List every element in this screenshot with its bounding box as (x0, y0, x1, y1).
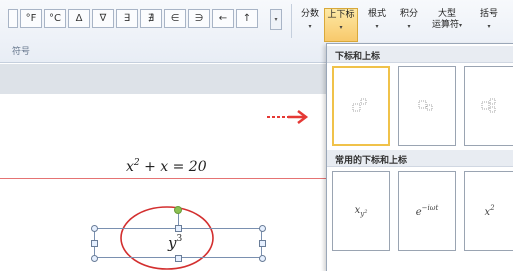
resize-handle-left[interactable] (91, 240, 98, 247)
common-script-1: xy2 (355, 205, 368, 218)
square-with-subscript-icon (418, 100, 433, 111)
subscript-template-tile[interactable] (398, 66, 456, 146)
common-script-2: e−iωt (416, 204, 439, 218)
chevron-down-icon: ▾ (375, 23, 379, 30)
red-arrow-icon (267, 110, 309, 124)
symbol-contains[interactable]: ∋ (188, 9, 210, 28)
equation-base: x (126, 159, 134, 175)
resize-handle-bottom-right[interactable] (259, 255, 266, 262)
chevron-down-icon: ▾ (407, 23, 411, 30)
textbox-equation: y3 (168, 234, 182, 252)
symbol-exists[interactable]: ∃ (116, 9, 138, 28)
symbol-element-of[interactable]: ∈ (164, 9, 186, 28)
symbol-delta[interactable]: Δ (68, 9, 90, 28)
large-operator-button[interactable]: 大型 运算符▾ (426, 9, 468, 39)
large-operator-label-2: 运算符▾ (432, 20, 462, 31)
group-label-symbols: 符号 (12, 47, 31, 57)
bracket-button[interactable]: 括号 ▾ (474, 9, 504, 39)
chevron-down-icon: ▾ (308, 23, 312, 30)
radical-button[interactable]: 根式 ▾ (362, 9, 392, 39)
resize-handle-top-left[interactable] (91, 225, 98, 232)
symbol-fahrenheit[interactable]: °F (20, 9, 42, 28)
script-dropdown: 下标和上标 常用的下标和上标 xy2 e−iωt x2 (326, 43, 513, 271)
resize-handle-bottom[interactable] (175, 255, 182, 262)
common-script-3: x2 (484, 204, 494, 218)
square-with-sub-and-superscript-icon (481, 98, 495, 113)
radical-label: 根式 (367, 9, 386, 19)
group-divider (291, 4, 292, 38)
chevron-down-icon: ▾ (487, 23, 491, 30)
chevron-down-icon: ▾ (339, 24, 343, 31)
bracket-label: 括号 (479, 9, 498, 19)
common-script-tile-1[interactable]: xy2 (332, 171, 390, 251)
script-label: 上下标 (327, 10, 355, 20)
chevron-down-icon: ▾ (459, 22, 463, 29)
resize-handle-right[interactable] (259, 240, 266, 247)
rotate-handle[interactable] (174, 206, 182, 214)
section-header-common: 常用的下标和上标 (327, 150, 513, 167)
symbol-up-arrow[interactable]: ↑ (236, 9, 258, 28)
common-script-tile-2[interactable]: e−iωt (398, 171, 456, 251)
fraction-button[interactable]: 分数 ▾ (297, 9, 323, 39)
integral-button[interactable]: 积分 ▾ (396, 9, 422, 39)
glyph-sup: −iωt (421, 204, 439, 212)
large-operator-label-2-text: 运算符 (431, 20, 459, 30)
symbol-celsius[interactable]: °C (44, 9, 66, 28)
symbol-not-exists[interactable]: ∄ (140, 9, 162, 28)
large-operator-label-1: 大型 (437, 9, 456, 19)
common-script-tile-3[interactable]: x2 (464, 171, 513, 251)
square-with-superscript-icon (352, 98, 367, 112)
superscript-template-tile[interactable] (332, 66, 390, 146)
glyph-sup: 2 (490, 204, 495, 212)
section-header-scripts: 下标和上标 (327, 46, 513, 63)
resize-handle-bottom-left[interactable] (91, 255, 98, 262)
equation[interactable]: x2 + x = 20 (126, 158, 207, 175)
glyph-sub: y2 (360, 208, 368, 218)
symbol-button-partial[interactable] (8, 9, 18, 28)
symbol-gallery: °F °C Δ ∇ ∃ ∄ ∈ ∋ ← ↑ (8, 9, 258, 28)
symbol-left-arrow[interactable]: ← (212, 9, 234, 28)
resize-handle-top-right[interactable] (259, 225, 266, 232)
script-button[interactable]: 上下标 ▾ (324, 8, 358, 42)
fraction-label: 分数 (300, 9, 319, 19)
glyph-sub-sup: 2 (364, 208, 368, 215)
resize-handle-top[interactable] (175, 225, 182, 232)
symbol-nabla[interactable]: ∇ (92, 9, 114, 28)
gallery-more-button[interactable]: ▾ (270, 9, 282, 30)
equation-rest: + x = 20 (139, 159, 207, 175)
textbox-exponent: 3 (176, 234, 183, 244)
subsup-template-tile[interactable] (464, 66, 513, 146)
integral-label: 积分 (399, 9, 418, 19)
